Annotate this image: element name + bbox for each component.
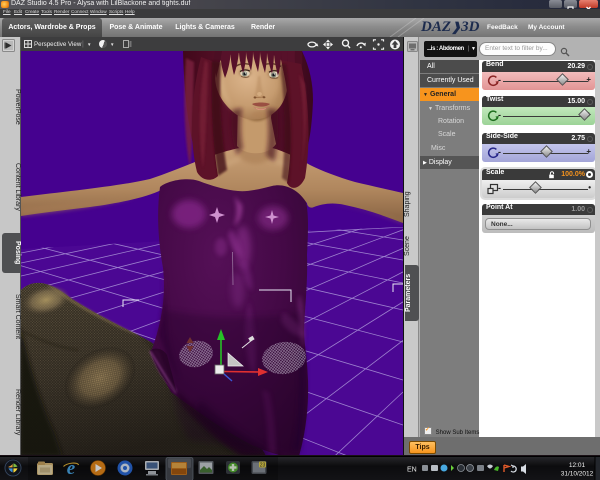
svg-text:EN: EN <box>407 467 417 474</box>
svg-text:31/10/2012: 31/10/2012 <box>561 471 594 478</box>
svg-text:12:01: 12:01 <box>569 462 586 469</box>
